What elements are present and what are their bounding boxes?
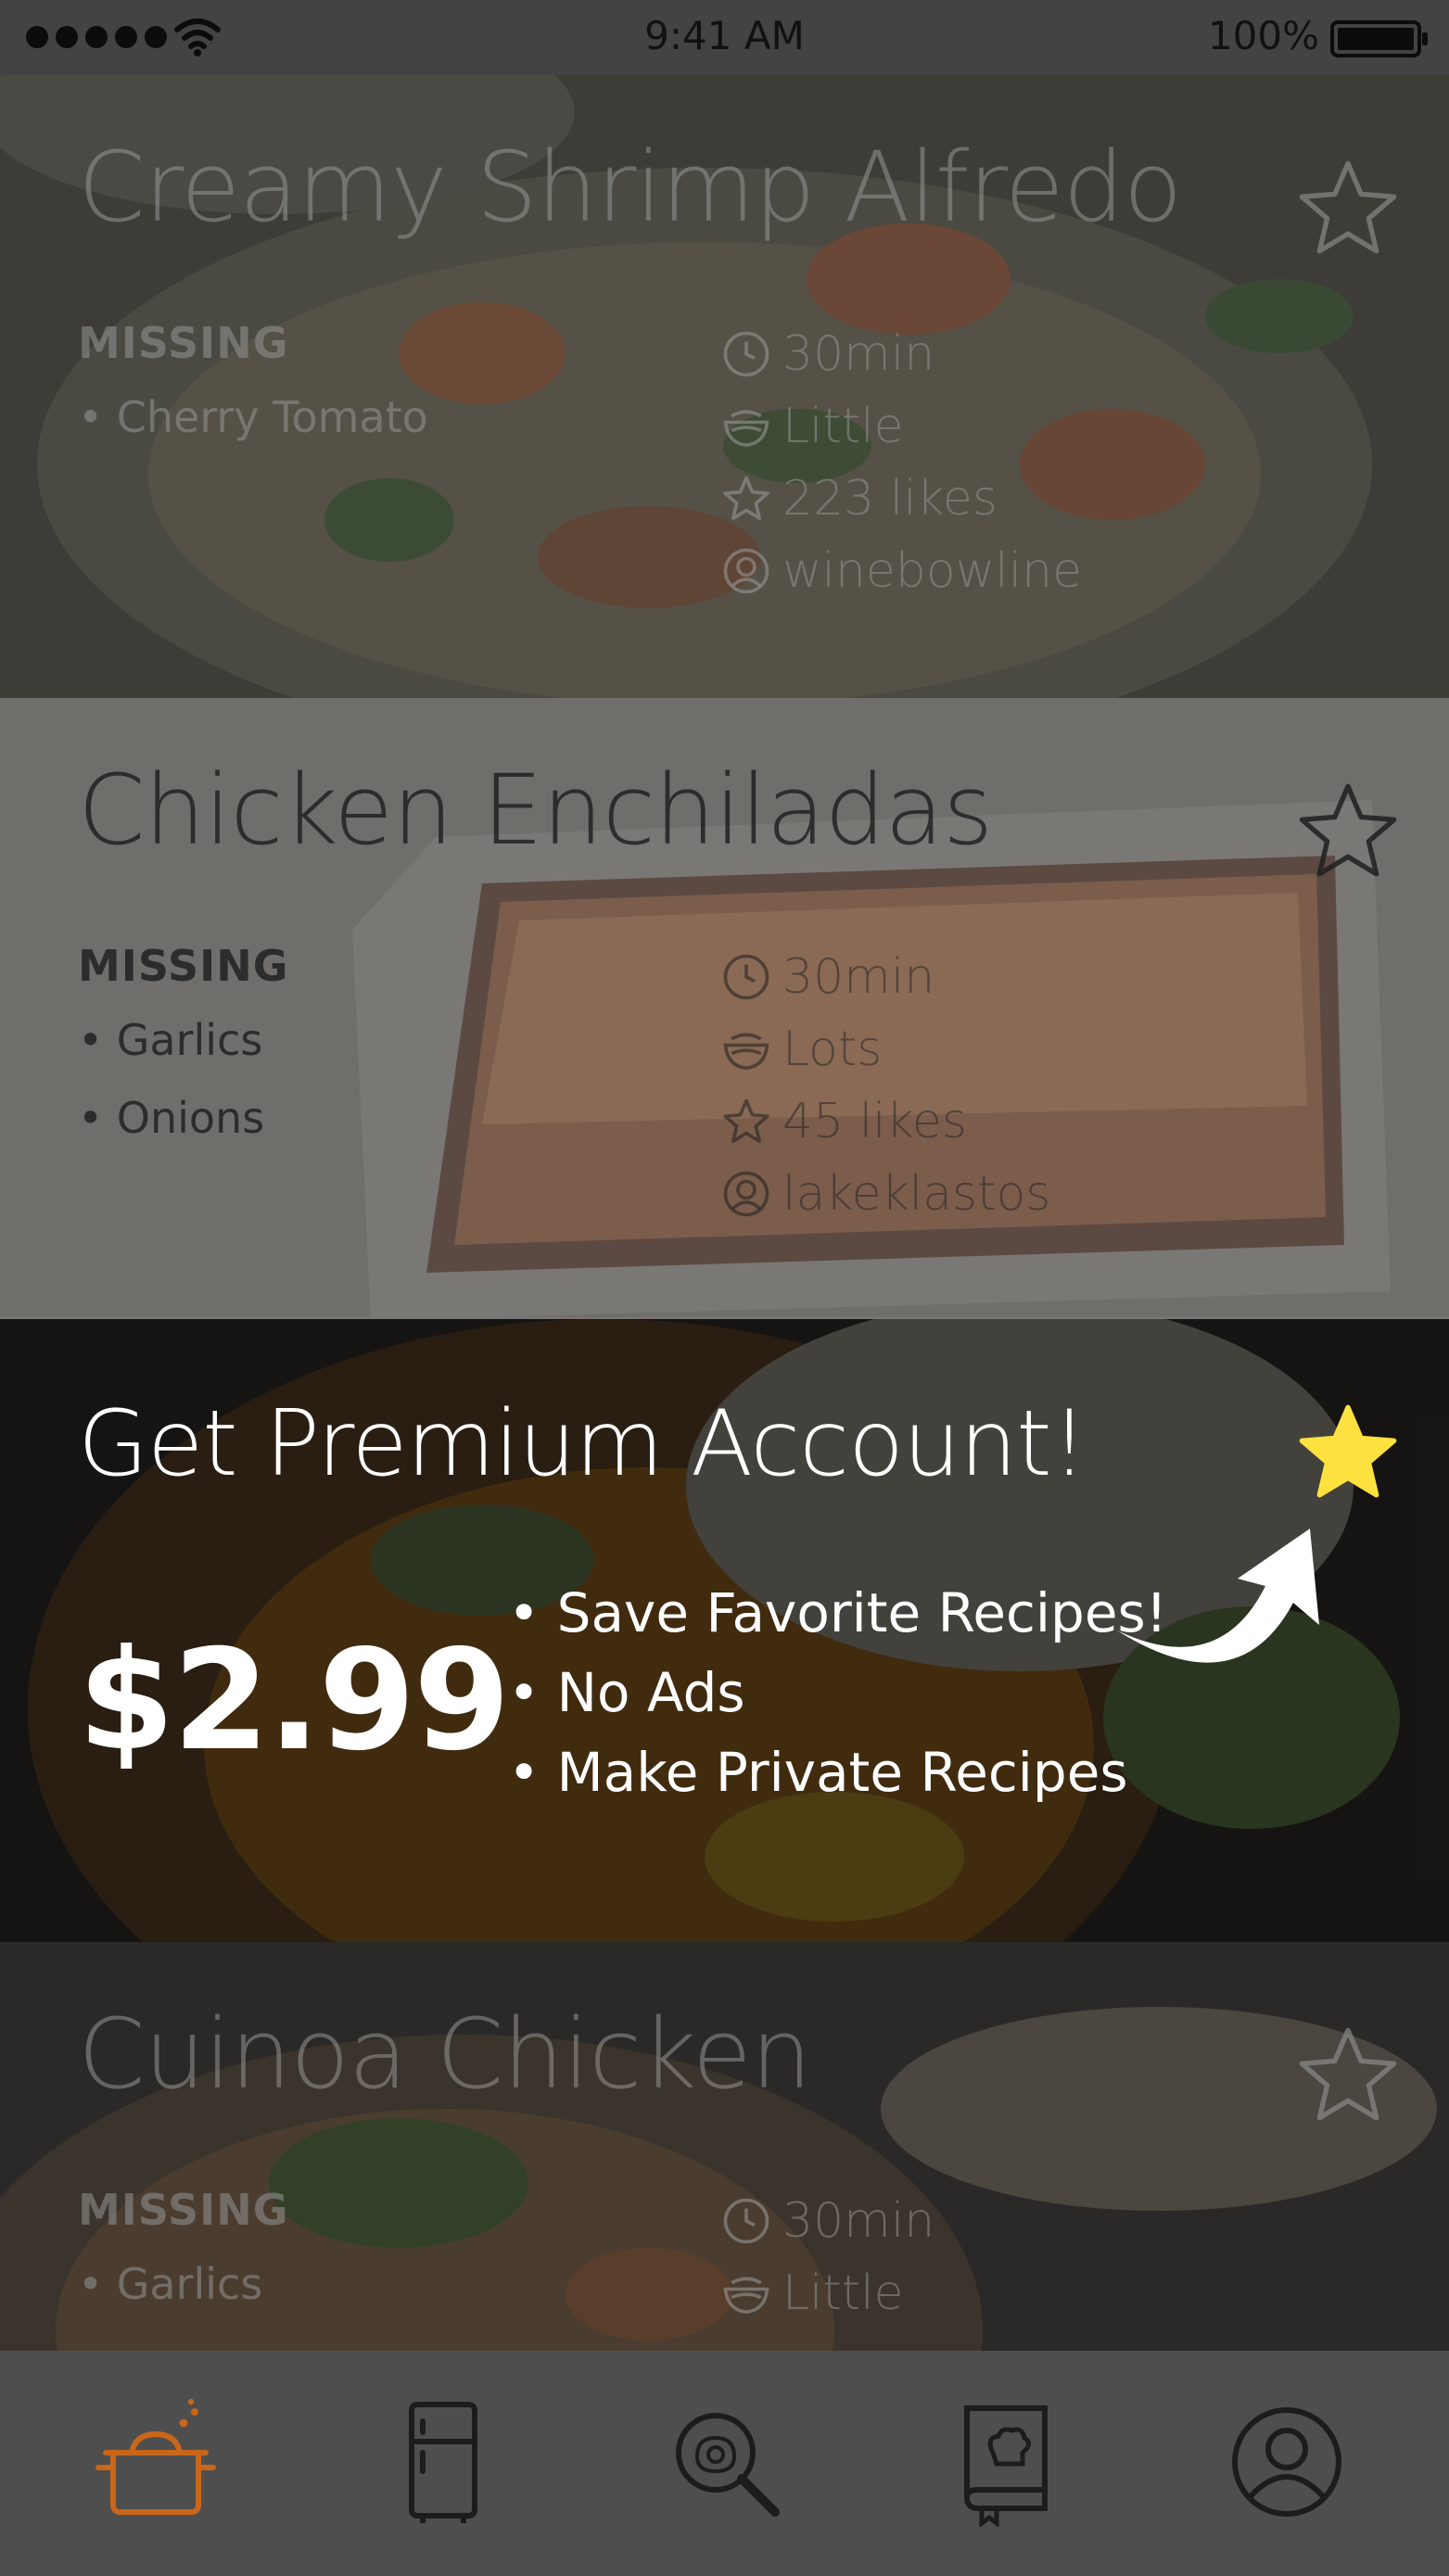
premium-title: Get Premium Account! (78, 1391, 1087, 1497)
portion-size: Lots (721, 1013, 1050, 1085)
missing-heading: MISSING (78, 2185, 289, 2235)
cook-time: 30min (721, 2185, 934, 2257)
bowl-icon (723, 2277, 769, 2315)
missing-ingredient: • Onions (78, 1093, 265, 1143)
recipe-book-icon (964, 2405, 1048, 2527)
star-outline-icon (723, 476, 769, 520)
battery-percentage: 100% (1207, 13, 1319, 58)
premium-price: $2.99 (78, 1620, 510, 1782)
cook-time: 30min (721, 318, 1082, 390)
bottom-tab-bar (0, 2351, 1449, 2576)
favorite-star-filled-icon[interactable] (1293, 1401, 1403, 1504)
favorite-star-icon[interactable] (1293, 780, 1403, 883)
recipe-meta: 30min Lots 45 likes lakeklastos (721, 941, 1050, 1230)
clock-icon (723, 331, 769, 377)
recipe-card-1[interactable]: Creamy Shrimp Alfredo MISSING • Cherry T… (0, 75, 1449, 701)
missing-ingredient: • Garlics (78, 1015, 263, 1065)
fridge-icon (409, 2402, 477, 2523)
missing-heading: MISSING (78, 941, 289, 991)
recipe-title: Creamy Shrimp Alfredo (78, 131, 1182, 244)
recipe-title: Chicken Enchiladas (78, 754, 993, 867)
bowl-icon (723, 410, 769, 448)
star-outline-icon (723, 1098, 769, 1143)
recipe-card-2[interactable]: Chicken Enchiladas MISSING • Garlics • O… (0, 698, 1449, 1324)
search-food-icon (676, 2413, 780, 2517)
battery-icon (1330, 20, 1428, 57)
clock-icon (723, 2198, 769, 2244)
user-icon (723, 1171, 769, 1217)
favorite-star-icon[interactable] (1293, 157, 1403, 260)
favorite-star-icon[interactable] (1293, 2024, 1403, 2127)
like-count: 223 likes (721, 463, 1082, 535)
portion-size: Little (721, 2257, 934, 2329)
premium-feature: • Save Favorite Recipes! (508, 1581, 1168, 1644)
premium-feature: • No Ads (508, 1661, 745, 1724)
recipe-meta: 30min Little (721, 2185, 934, 2329)
clock-icon (723, 954, 769, 1000)
tab-cook[interactable] (82, 2388, 230, 2536)
recipe-title: Cuinoa Chicken (78, 1998, 812, 2111)
tab-search[interactable] (651, 2388, 799, 2536)
cook-time: 30min (721, 941, 1050, 1013)
portion-size: Little (721, 390, 1082, 463)
missing-ingredient: • Garlics (78, 2259, 263, 2309)
tab-recipe-book[interactable] (932, 2388, 1080, 2536)
status-bar: 9:41 AM 100% (0, 0, 1449, 75)
like-count: 45 likes (721, 1085, 1050, 1158)
profile-icon (1232, 2407, 1341, 2517)
missing-heading: MISSING (78, 318, 289, 368)
recipe-author[interactable]: winebowline (721, 535, 1082, 607)
missing-ingredient: • Cherry Tomato (78, 392, 428, 442)
premium-promo-card[interactable]: Get Premium Account! $2.99 • Save Favori… (0, 1317, 1449, 1944)
tab-fridge[interactable] (369, 2388, 517, 2536)
cooking-pot-icon (95, 2398, 216, 2515)
tab-profile[interactable] (1213, 2388, 1361, 2536)
bowl-icon (723, 1033, 769, 1071)
recipe-meta: 30min Little 223 likes winebowline (721, 318, 1082, 607)
user-icon (723, 548, 769, 594)
premium-feature: • Make Private Recipes (508, 1741, 1128, 1804)
recipe-author[interactable]: lakeklastos (721, 1158, 1050, 1230)
